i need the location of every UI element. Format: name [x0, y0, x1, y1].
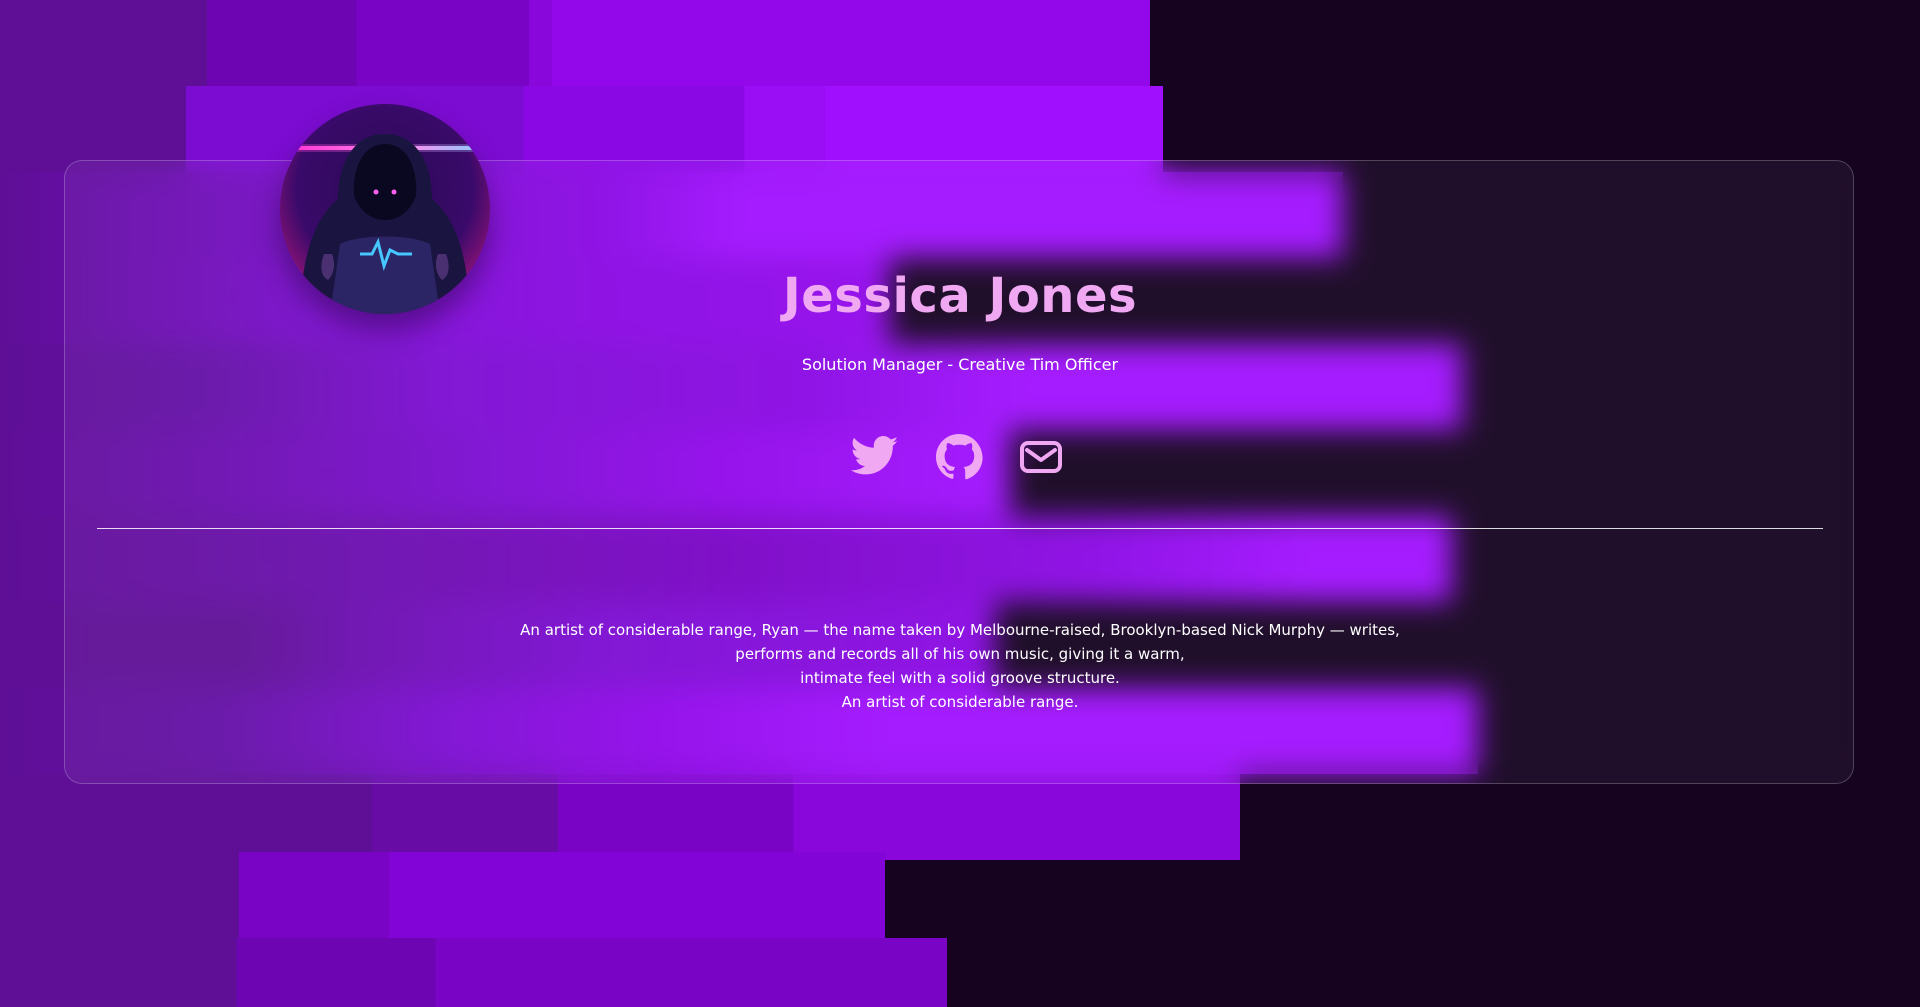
- bio-line: intimate feel with a solid groove struct…: [800, 669, 1120, 687]
- profile-bio: An artist of considerable range, Ryan — …: [0, 618, 1920, 714]
- profile-job-title: Solution Manager - Creative Tim Officer: [801, 355, 1119, 374]
- social-links: [850, 432, 1070, 482]
- bio-line: An artist of considerable range, Ryan — …: [520, 621, 1400, 639]
- bio-line: performs and records all of his own musi…: [735, 645, 1185, 663]
- profile-name: Jessica Jones: [782, 268, 1138, 324]
- mail-icon: [1020, 441, 1062, 473]
- twitter-link[interactable]: [850, 432, 900, 482]
- profile-divider: [97, 528, 1823, 529]
- github-icon: [936, 434, 983, 480]
- twitter-icon: [851, 436, 899, 475]
- github-link[interactable]: [934, 432, 984, 482]
- profile-page: Jessica Jones Solution Manager - Creativ…: [0, 0, 1920, 1007]
- bio-line: An artist of considerable range.: [841, 693, 1079, 711]
- mail-link[interactable]: [1016, 432, 1066, 482]
